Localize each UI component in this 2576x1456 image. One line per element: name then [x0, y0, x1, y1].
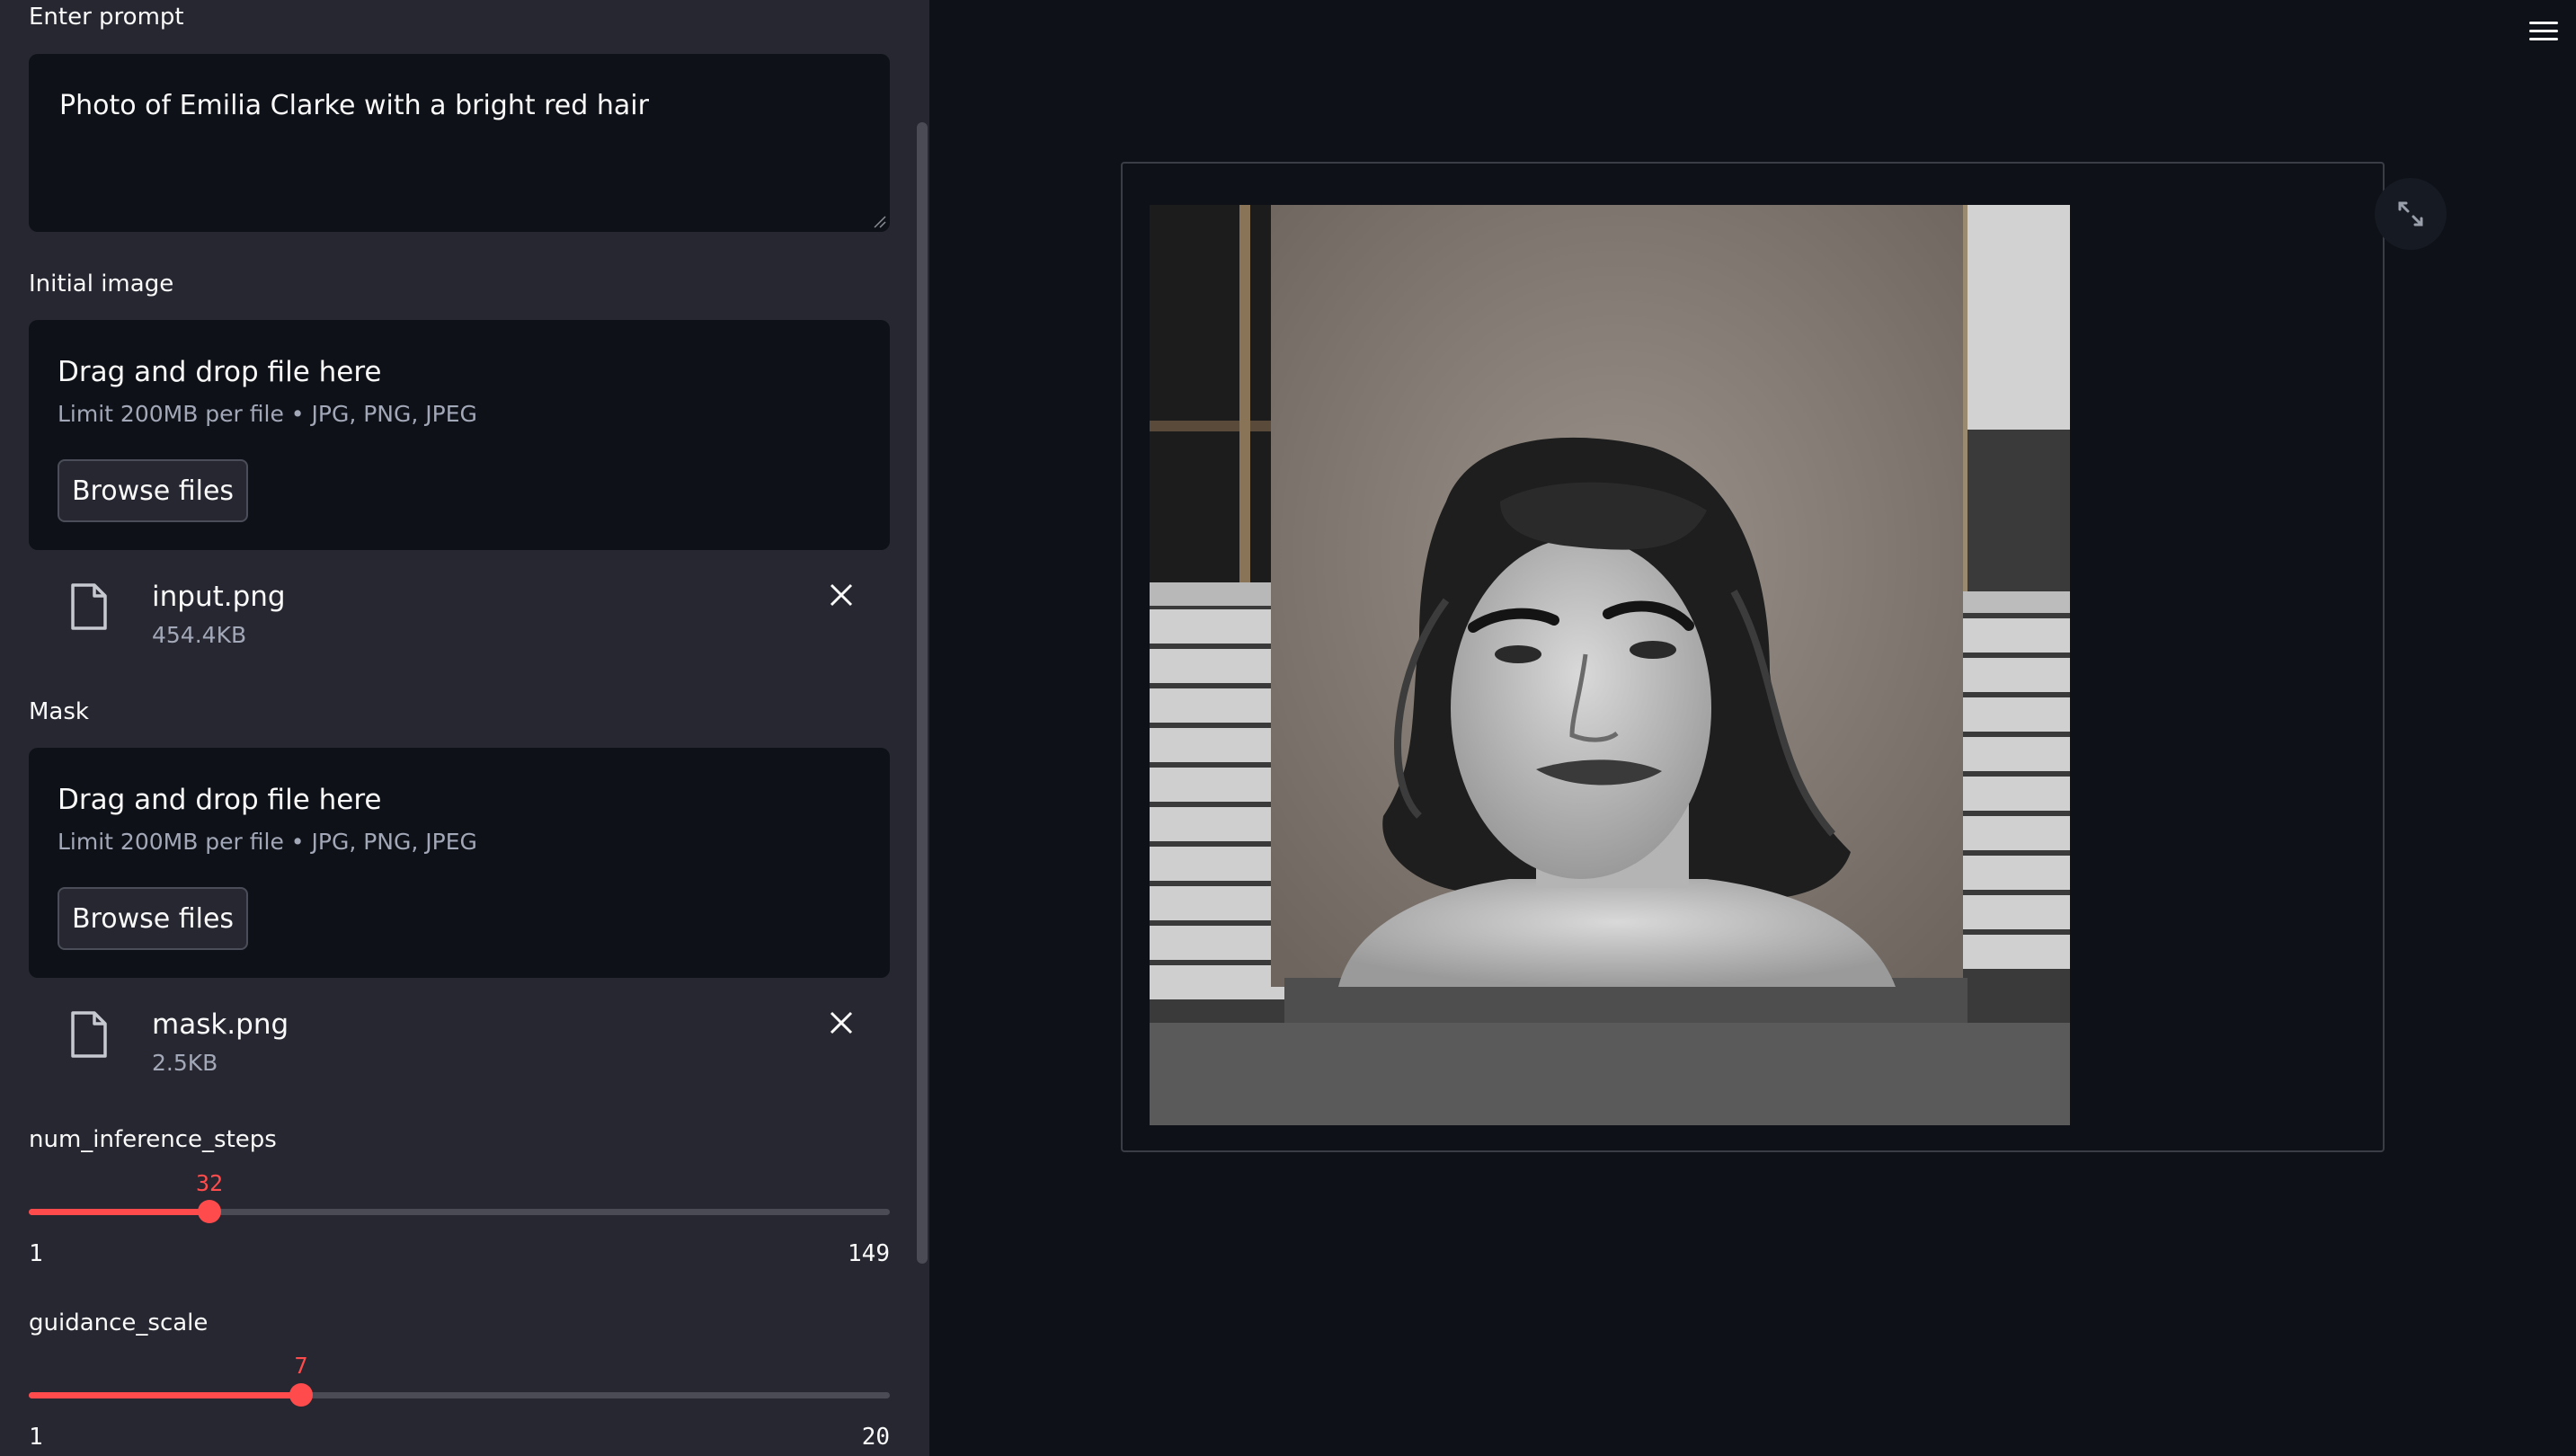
dropzone-limit: Limit 200MB per file • JPG, PNG, JPEG — [58, 401, 477, 427]
dropzone-title: Drag and drop file here — [58, 784, 382, 816]
sidebar: Enter prompt Photo of Emilia Clarke with… — [0, 0, 929, 1456]
prompt-label: Enter prompt — [29, 4, 184, 31]
guidance-slider-max: 20 — [861, 1424, 890, 1451]
expand-icon — [2398, 201, 2423, 226]
guidance-slider-min: 1 — [29, 1424, 43, 1451]
close-icon[interactable] — [829, 1010, 854, 1035]
file-icon — [71, 583, 107, 630]
steps-slider-thumb[interactable] — [198, 1200, 221, 1223]
guidance-slider-label: guidance_scale — [29, 1310, 209, 1336]
uploaded-file-mask: mask.png 2.5KB — [29, 1003, 890, 1084]
mask-dropzone[interactable]: Drag and drop file here Limit 200MB per … — [29, 748, 890, 978]
guidance-slider-thumb[interactable] — [289, 1383, 313, 1407]
file-size: 454.4KB — [152, 622, 247, 648]
generated-portrait-image — [1150, 205, 2070, 1125]
guidance-slider-fill — [29, 1392, 301, 1398]
fullscreen-expand-icon[interactable] — [2375, 178, 2447, 250]
steps-slider-label: num_inference_steps — [29, 1126, 277, 1153]
prompt-textarea[interactable]: Photo of Emilia Clarke with a bright red… — [29, 54, 890, 232]
steps-slider-min: 1 — [29, 1240, 43, 1267]
resize-grip-icon[interactable] — [872, 214, 886, 228]
browse-files-button[interactable]: Browse files — [58, 459, 248, 522]
hamburger-menu-icon[interactable] — [2529, 22, 2558, 45]
dropzone-limit: Limit 200MB per file • JPG, PNG, JPEG — [58, 829, 477, 855]
file-icon — [71, 1011, 107, 1058]
steps-slider-track[interactable] — [29, 1200, 890, 1223]
file-size: 2.5KB — [152, 1050, 218, 1076]
initial-image-dropzone[interactable]: Drag and drop file here Limit 200MB per … — [29, 320, 890, 550]
steps-slider-max: 149 — [848, 1240, 890, 1267]
mask-label: Mask — [29, 698, 89, 725]
guidance-slider-track[interactable] — [29, 1383, 890, 1407]
dropzone-title: Drag and drop file here — [58, 356, 382, 388]
steps-slider-value: 32 — [195, 1170, 224, 1196]
prompt-text[interactable]: Photo of Emilia Clarke with a bright red… — [59, 90, 649, 121]
file-name: mask.png — [152, 1008, 289, 1041]
file-name: input.png — [152, 581, 286, 613]
initial-image-label: Initial image — [29, 271, 174, 297]
guidance-slider-value: 7 — [294, 1353, 308, 1379]
browse-files-button[interactable]: Browse files — [58, 887, 248, 950]
steps-slider-fill — [29, 1209, 209, 1215]
uploaded-file-input: input.png 454.4KB — [29, 575, 890, 656]
generated-image — [1150, 205, 2070, 1125]
sidebar-scrollbar[interactable] — [917, 122, 928, 1264]
close-icon[interactable] — [829, 582, 854, 608]
